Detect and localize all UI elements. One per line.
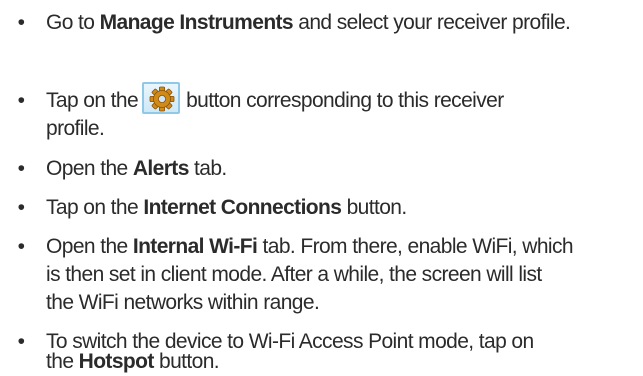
step-text-part: and select your receiver profile. [293, 11, 571, 34]
step-text-part: Tap on the [46, 89, 139, 112]
ui-term: Internet Connections [143, 196, 342, 219]
bullet: • [17, 235, 25, 258]
step-text-part: Go to [46, 11, 100, 34]
ui-term: Alerts [132, 157, 190, 180]
bullet: • [17, 89, 25, 112]
step-text: Tap on the Internet Connections button. [46, 194, 637, 222]
step-text-part: tab. [188, 157, 227, 180]
bullet: • [17, 157, 25, 180]
step-text-part: Open the [46, 157, 133, 180]
bullet: • [17, 330, 25, 353]
step-text: profile. [46, 117, 105, 140]
ui-term: Internal Wi-Fi [132, 235, 258, 258]
step-text: the WiFi networks within range. [46, 291, 320, 314]
ui-term: Manage Instruments [99, 11, 294, 34]
ui-term: Hotspot [78, 350, 155, 373]
step-text: Open the Internal Wi-Fi tab. From there,… [46, 233, 637, 261]
step-text: is then set in client mode. After a whil… [46, 263, 542, 286]
bullet: • [17, 196, 25, 219]
step-text-part: the [46, 350, 79, 373]
gear-icon [142, 82, 181, 115]
step-text: Open the Alerts tab. [46, 155, 637, 183]
step-text: Go to Manage Instruments and select your… [46, 9, 637, 37]
step-text-part: button corresponding to this receiver [186, 89, 504, 112]
bullet: • [17, 11, 25, 34]
step-text: Tap on the button corresponding to this r… [46, 82, 637, 115]
step-text-part: Open the [46, 235, 133, 258]
step-text: the Hotspot button. [46, 348, 637, 376]
step-text-part: button. [153, 350, 220, 373]
step-text-part: tab. From there, enable WiFi, which [257, 235, 574, 258]
step-text-part: button. [341, 196, 408, 219]
step-text-part: Tap on the [46, 196, 144, 219]
